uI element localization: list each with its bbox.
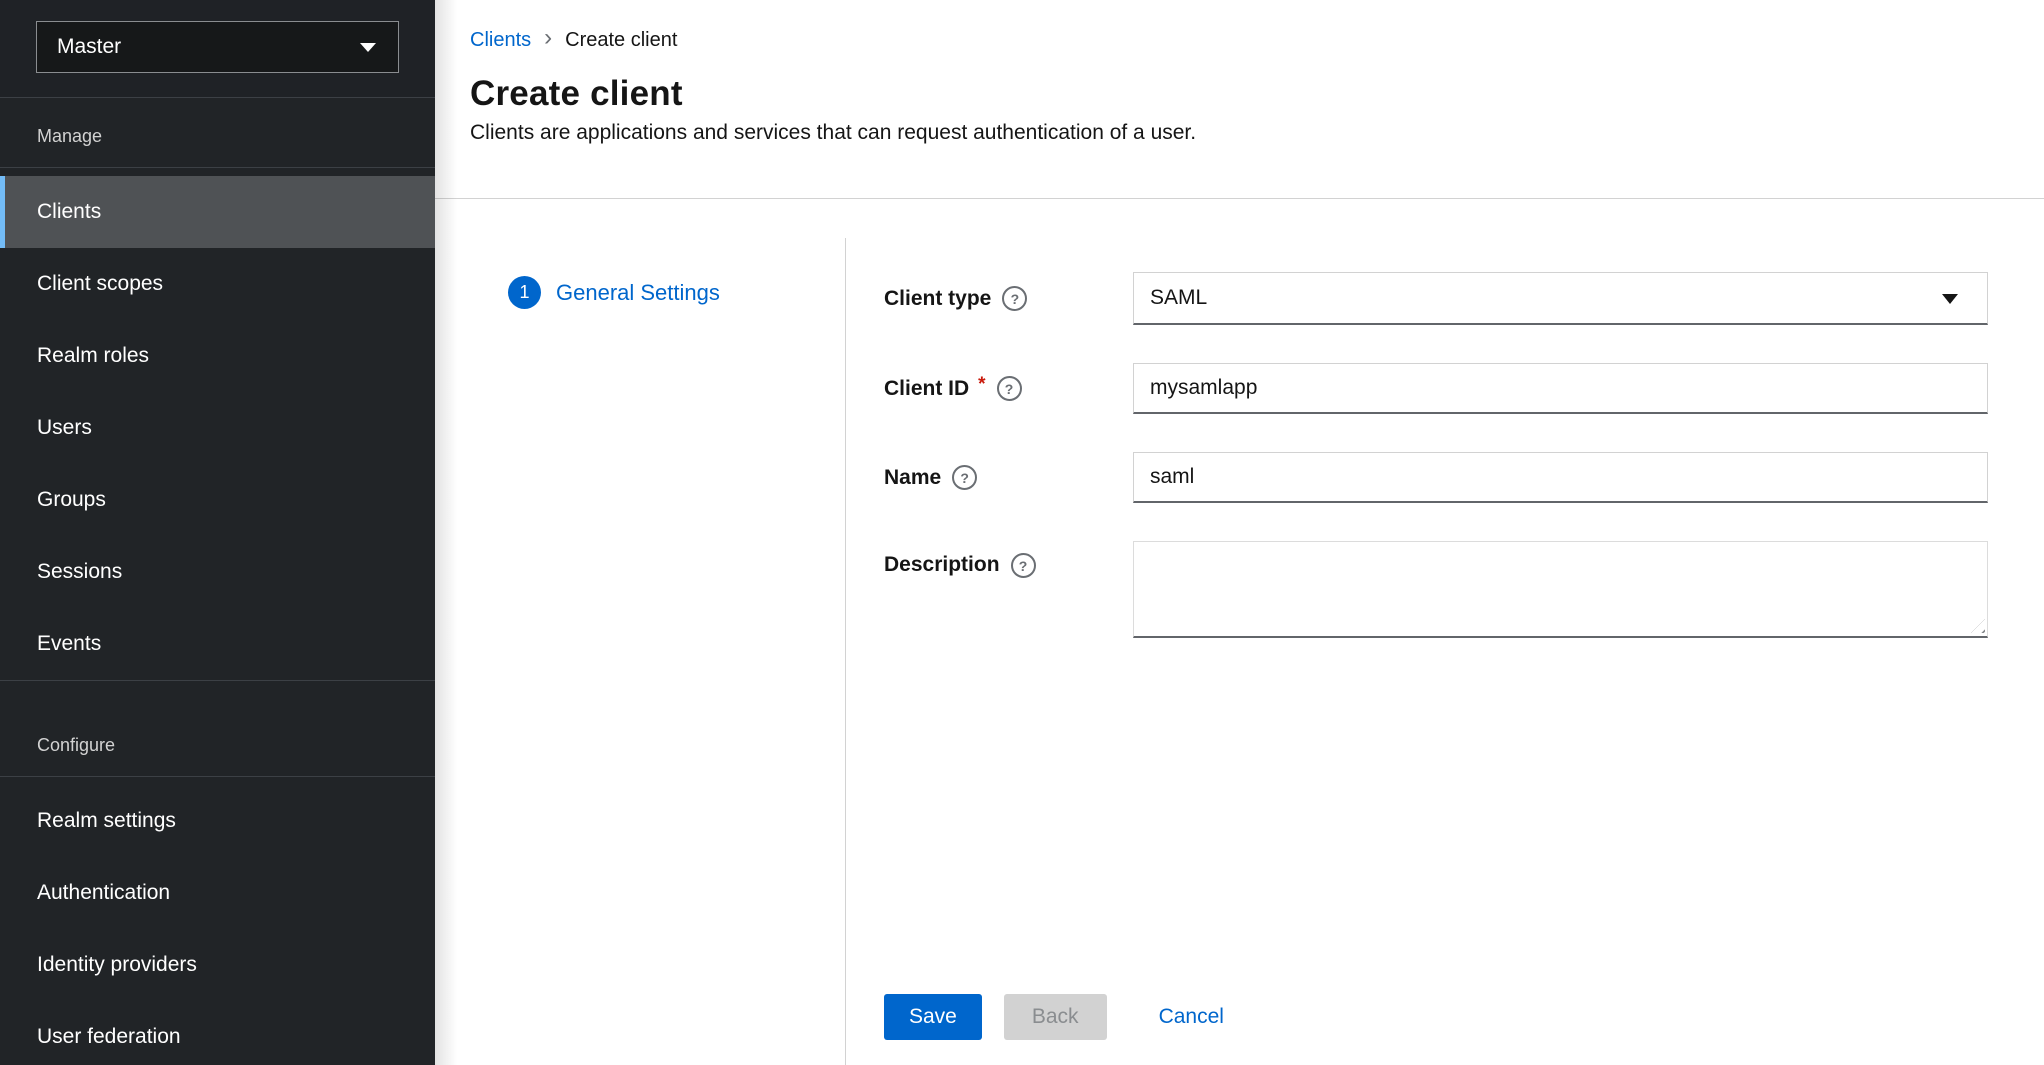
client-id-label: Client ID * ? bbox=[884, 363, 1133, 414]
breadcrumb-current: Create client bbox=[565, 29, 677, 52]
client-id-input[interactable] bbox=[1133, 363, 1988, 414]
realm-name: Master bbox=[57, 35, 121, 59]
nav-group-manage: Manage Clients Client scopes Realm roles… bbox=[0, 98, 435, 680]
nav-section-title-manage: Manage bbox=[0, 98, 435, 168]
chevron-down-icon bbox=[360, 43, 376, 52]
sidebar-item-authentication[interactable]: Authentication bbox=[0, 857, 435, 929]
form-row-name: Name ? bbox=[884, 452, 1988, 503]
help-icon[interactable]: ? bbox=[1002, 286, 1027, 311]
wizard-form: Client type ? SAML Client ID * ? bbox=[846, 199, 2044, 1065]
form-row-client-id: Client ID * ? bbox=[884, 363, 1988, 414]
dropdown-caret-icon bbox=[1942, 294, 1958, 304]
name-label-text: Name bbox=[884, 466, 941, 490]
realm-selector-dropdown[interactable]: Master bbox=[36, 21, 399, 73]
description-textarea-wrap bbox=[1133, 541, 1988, 638]
form-row-description: Description ? bbox=[884, 541, 1988, 638]
cancel-button[interactable]: Cancel bbox=[1159, 994, 1224, 1040]
page-subtitle: Clients are applications and services th… bbox=[470, 121, 2004, 145]
help-icon[interactable]: ? bbox=[997, 376, 1022, 401]
breadcrumb: Clients › Create client bbox=[470, 28, 2004, 52]
sidebar-item-realm-settings[interactable]: Realm settings bbox=[0, 785, 435, 857]
wizard-step-number: 1 bbox=[508, 276, 541, 309]
description-label: Description ? bbox=[884, 541, 1133, 638]
help-icon[interactable]: ? bbox=[1011, 553, 1036, 578]
client-id-label-text: Client ID bbox=[884, 377, 969, 401]
sidebar-nav: Manage Clients Client scopes Realm roles… bbox=[0, 98, 435, 1065]
client-type-select[interactable]: SAML bbox=[1133, 272, 1988, 325]
description-textarea[interactable] bbox=[1133, 541, 1988, 638]
sidebar-item-users[interactable]: Users bbox=[0, 392, 435, 464]
name-input[interactable] bbox=[1133, 452, 1988, 503]
name-label: Name ? bbox=[884, 452, 1133, 503]
client-type-label: Client type ? bbox=[884, 272, 1133, 325]
realm-selector-header: Master bbox=[0, 0, 435, 98]
main-content: Clients › Create client Create client Cl… bbox=[435, 0, 2044, 1065]
page-title: Create client bbox=[470, 74, 2004, 114]
create-client-wizard: 1 General Settings Client type ? SAML bbox=[435, 199, 2044, 1065]
page-header: Clients › Create client Create client Cl… bbox=[435, 0, 2044, 199]
client-type-selected-value: SAML bbox=[1150, 286, 1207, 310]
breadcrumb-separator-icon: › bbox=[544, 26, 552, 50]
wizard-step-general-settings[interactable]: 1 General Settings bbox=[508, 276, 845, 309]
wizard-footer: Save Back Cancel bbox=[884, 994, 1988, 1040]
help-icon[interactable]: ? bbox=[952, 465, 977, 490]
sidebar: Master Manage Clients Client scopes Real… bbox=[0, 0, 435, 1065]
sidebar-item-user-federation[interactable]: User federation bbox=[0, 1001, 435, 1065]
sidebar-item-identity-providers[interactable]: Identity providers bbox=[0, 929, 435, 1001]
app-root: Master Manage Clients Client scopes Real… bbox=[0, 0, 2044, 1065]
nav-section-title-configure: Configure bbox=[0, 681, 435, 777]
required-asterisk: * bbox=[978, 374, 985, 396]
sidebar-item-sessions[interactable]: Sessions bbox=[0, 536, 435, 608]
sidebar-item-groups[interactable]: Groups bbox=[0, 464, 435, 536]
nav-list-configure: Realm settings Authentication Identity p… bbox=[0, 777, 435, 1065]
form-row-client-type: Client type ? SAML bbox=[884, 272, 1988, 325]
description-label-text: Description bbox=[884, 553, 1000, 577]
sidebar-item-realm-roles[interactable]: Realm roles bbox=[0, 320, 435, 392]
sidebar-item-client-scopes[interactable]: Client scopes bbox=[0, 248, 435, 320]
back-button[interactable]: Back bbox=[1004, 994, 1107, 1040]
save-button[interactable]: Save bbox=[884, 994, 982, 1040]
wizard-nav: 1 General Settings bbox=[435, 238, 846, 1065]
nav-group-configure: Configure Realm settings Authentication … bbox=[0, 680, 435, 1065]
nav-list-manage: Clients Client scopes Realm roles Users … bbox=[0, 168, 435, 680]
breadcrumb-link-clients[interactable]: Clients bbox=[470, 29, 531, 52]
sidebar-item-events[interactable]: Events bbox=[0, 608, 435, 680]
client-type-label-text: Client type bbox=[884, 287, 991, 311]
wizard-step-label: General Settings bbox=[556, 280, 720, 306]
sidebar-item-clients[interactable]: Clients bbox=[0, 176, 435, 248]
